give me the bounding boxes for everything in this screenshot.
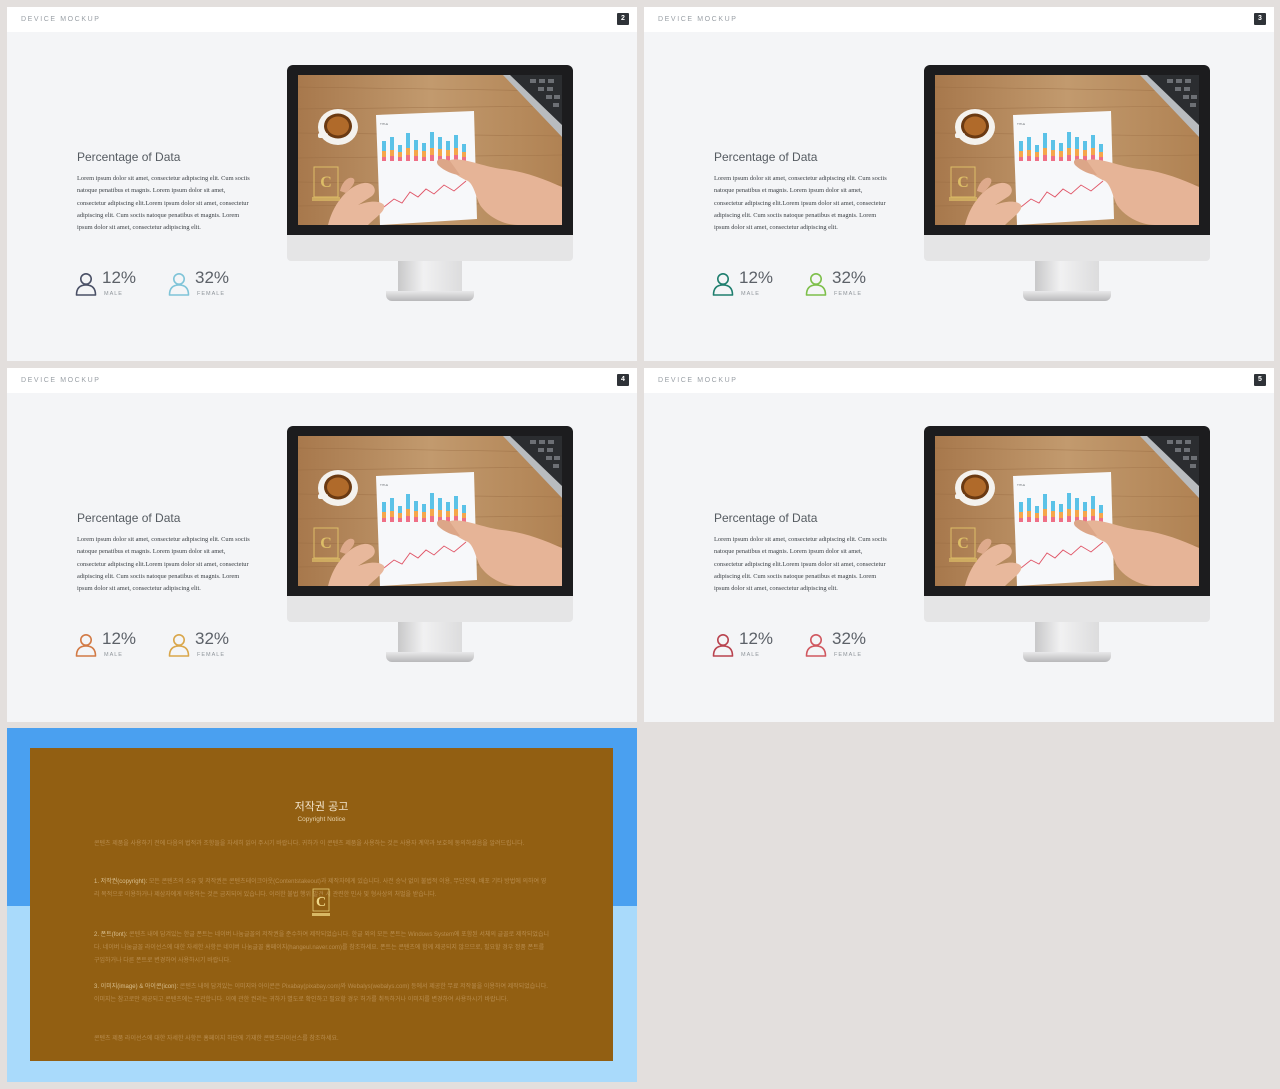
male-percent: 12% <box>102 629 137 648</box>
monitor-screen-photo: TITLE C <box>935 75 1199 225</box>
svg-text:TITLE: TITLE <box>1017 122 1025 126</box>
slide-header: DEVICE MOCKUP 5 <box>644 368 1274 393</box>
monitor-stand-neck <box>398 261 462 293</box>
female-person-icon <box>805 273 827 296</box>
copyright-item-2-text: 콘텐츠 내에 담겨있는 한글 폰트는 네이버 나눔글꼴의 저작권을 준수하여 제… <box>94 932 549 964</box>
monitor-chin <box>924 596 1210 622</box>
svg-text:C: C <box>957 174 969 191</box>
copyright-slide[interactable]: 저작권 공고 Copyright Notice 콘텐츠 제품을 사용하기 전에 … <box>7 728 637 1082</box>
male-person-icon <box>75 634 97 657</box>
monitor-mockup: TITLE C <box>287 426 573 666</box>
copyright-subtitle: Copyright Notice <box>297 816 346 823</box>
monitor-stand-neck <box>398 622 462 654</box>
monitor-chin <box>287 596 573 622</box>
copyright-item-3: 3. 이미지(image) & 아이콘(icon): 콘텐츠 내에 담겨있는 이… <box>94 981 550 1007</box>
male-person-icon <box>712 634 734 657</box>
male-label: MALE <box>104 652 123 658</box>
svg-text:C: C <box>320 174 332 191</box>
female-percent: 32% <box>832 268 867 287</box>
monitor-mockup: TITLE C <box>924 426 1210 666</box>
monitor-stand-neck <box>1035 261 1099 293</box>
slide[interactable]: DEVICE MOCKUP 2 Percentage of Data Lorem… <box>7 7 637 361</box>
svg-text:TITLE: TITLE <box>380 483 388 487</box>
copyright-panel: 저작권 공고 Copyright Notice 콘텐츠 제품을 사용하기 전에 … <box>30 748 613 1061</box>
male-label: MALE <box>741 652 760 658</box>
copyright-outro: 콘텐츠 제품 라이선스에 대한 자세한 사항은 홈페이지 하단에 기재한 콘텐츠… <box>94 1036 339 1042</box>
female-label: FEMALE <box>834 652 863 658</box>
slide-title: Percentage of Data <box>77 511 181 525</box>
desk-photo-image: TITLE C <box>935 436 1199 586</box>
section-label: DEVICE MOCKUP <box>21 16 101 23</box>
watermark-logo: C <box>312 888 330 916</box>
monitor-stand-foot <box>1023 291 1111 301</box>
monitor-chin <box>924 235 1210 261</box>
slide[interactable]: DEVICE MOCKUP 4 Percentage of Data Lorem… <box>7 368 637 722</box>
slide-title: Percentage of Data <box>714 150 818 164</box>
slide-header: DEVICE MOCKUP 2 <box>7 7 637 32</box>
desk-photo-image: TITLE C <box>935 75 1199 225</box>
desk-photo-image: TITLE C <box>298 436 562 586</box>
female-label: FEMALE <box>834 291 863 297</box>
monitor-chin <box>287 235 573 261</box>
monitor-screen-photo: TITLE C <box>935 436 1199 586</box>
desk-photo-image: TITLE C <box>298 75 562 225</box>
page-number-badge: 4 <box>617 374 629 386</box>
female-percent: 32% <box>832 629 867 648</box>
monitor-stand-foot <box>386 652 474 662</box>
body-text: Lorem ipsum dolor sit amet, consectetur … <box>714 175 887 232</box>
male-person-icon <box>75 273 97 296</box>
body-text: Lorem ipsum dolor sit amet, consectetur … <box>77 175 250 232</box>
female-label: FEMALE <box>197 291 226 297</box>
page-number-badge: 3 <box>1254 13 1266 25</box>
male-percent: 12% <box>739 268 774 287</box>
copyright-intro: 콘텐츠 제품을 사용하기 전에 다음의 법적과 조항들을 자세히 읽어 주시기 … <box>94 841 525 847</box>
body-text: Lorem ipsum dolor sit amet, consectetur … <box>77 536 250 593</box>
copyright-item-2: 2. 폰트(font): 콘텐츠 내에 담겨있는 한글 폰트는 네이버 나눔글꼴… <box>94 929 550 968</box>
monitor-stand-foot <box>1023 652 1111 662</box>
svg-text:C: C <box>957 535 969 552</box>
monitor-mockup: TITLE C <box>924 65 1210 305</box>
monitor-mockup: TITLE C <box>287 65 573 305</box>
slide-title: Percentage of Data <box>77 150 181 164</box>
male-percent: 12% <box>739 629 774 648</box>
copyright-item-3-label: 3. 이미지(image) & 아이콘(icon): <box>94 984 179 990</box>
monitor-stand-neck <box>1035 622 1099 654</box>
monitor-stand-foot <box>386 291 474 301</box>
svg-text:TITLE: TITLE <box>380 122 388 126</box>
female-percent: 32% <box>195 268 230 287</box>
female-person-icon <box>168 634 190 657</box>
svg-text:C: C <box>316 895 326 910</box>
svg-text:TITLE: TITLE <box>1017 483 1025 487</box>
copyright-item-1-label: 1. 저작권(copyright): <box>94 879 148 885</box>
page-number-badge: 5 <box>1254 374 1266 386</box>
male-label: MALE <box>741 291 760 297</box>
female-label: FEMALE <box>197 652 226 658</box>
slide-title: Percentage of Data <box>714 511 818 525</box>
male-percent: 12% <box>102 268 137 287</box>
copyright-item-2-label: 2. 폰트(font): <box>94 932 128 938</box>
monitor-screen-photo: TITLE C <box>298 75 562 225</box>
female-person-icon <box>168 273 190 296</box>
slide-header: DEVICE MOCKUP 4 <box>7 368 637 393</box>
male-label: MALE <box>104 291 123 297</box>
section-label: DEVICE MOCKUP <box>658 377 738 384</box>
section-label: DEVICE MOCKUP <box>21 377 101 384</box>
slide[interactable]: DEVICE MOCKUP 5 Percentage of Data Lorem… <box>644 368 1274 722</box>
body-text: Lorem ipsum dolor sit amet, consectetur … <box>714 536 887 593</box>
copyright-title: 저작권 공고 <box>294 801 349 813</box>
slide[interactable]: DEVICE MOCKUP 3 Percentage of Data Lorem… <box>644 7 1274 361</box>
female-percent: 32% <box>195 629 230 648</box>
section-label: DEVICE MOCKUP <box>658 16 738 23</box>
page-number-badge: 2 <box>617 13 629 25</box>
male-person-icon <box>712 273 734 296</box>
svg-text:C: C <box>320 535 332 552</box>
female-person-icon <box>805 634 827 657</box>
slide-header: DEVICE MOCKUP 3 <box>644 7 1274 32</box>
monitor-screen-photo: TITLE C <box>298 436 562 586</box>
